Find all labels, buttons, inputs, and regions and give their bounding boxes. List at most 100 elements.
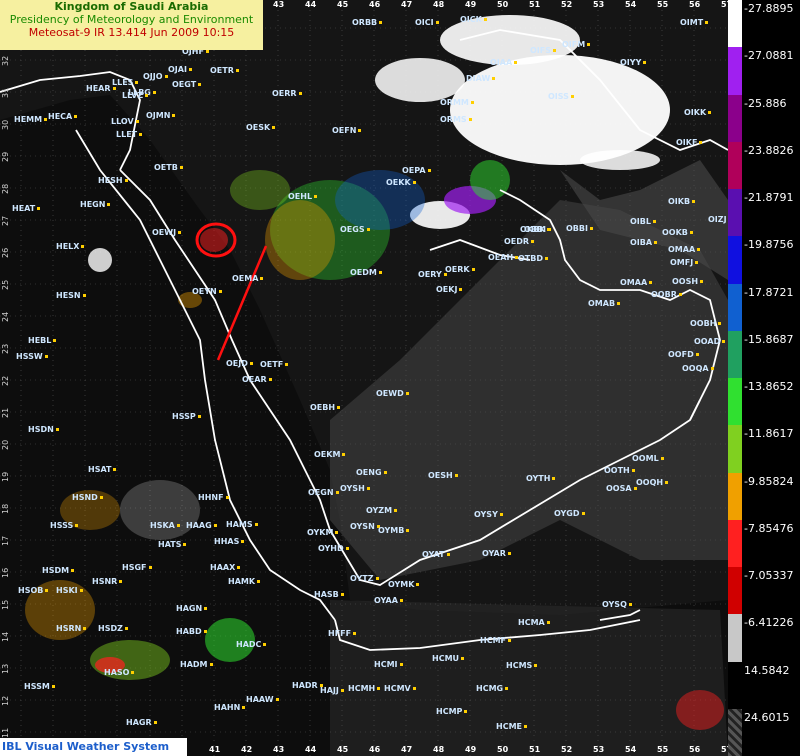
station-marker <box>643 61 647 64</box>
station-label: HFFF <box>328 629 357 638</box>
station-marker <box>459 288 463 291</box>
station-label: OIFM <box>562 40 591 49</box>
station-label: HESN <box>56 291 86 300</box>
satellite-map[interactable]: ORBB OICI OICK OIMT OJHF OJAI OJJO OETR HEAR LLES… <box>0 0 728 756</box>
station-label: HAGN <box>176 604 208 613</box>
latitude-tick-label: 19 <box>1 471 10 482</box>
station-marker <box>378 271 382 274</box>
station-label: OOTH <box>604 466 635 475</box>
station-marker <box>697 248 701 251</box>
station-marker <box>241 540 245 543</box>
legend-swatch <box>728 283 742 331</box>
station-label: OERK <box>445 265 475 274</box>
station-marker <box>695 353 699 356</box>
station-marker <box>53 339 57 342</box>
station-marker <box>176 524 180 527</box>
station-label: OYAR <box>482 549 511 558</box>
station-marker <box>148 566 152 569</box>
legend-swatch <box>728 0 742 48</box>
station-label: OETB <box>154 163 183 172</box>
station-label: HELX <box>56 242 85 251</box>
station-label: OBBI <box>566 224 593 233</box>
legend-swatch <box>728 378 742 426</box>
legend-swatch <box>728 472 742 520</box>
station-label: OJAI <box>168 65 192 74</box>
station-marker <box>553 49 557 52</box>
station-label: HEBL <box>28 336 57 345</box>
latitude-tick-label: 28 <box>1 183 10 194</box>
station-label: OOAD <box>694 337 726 346</box>
station-marker <box>446 553 450 556</box>
station-marker <box>471 268 475 271</box>
station-marker <box>44 118 48 121</box>
station-label: OOFD <box>668 350 699 359</box>
longitude-tick-label: 53 <box>593 745 605 754</box>
station-label: OYAT <box>422 550 450 559</box>
station-label: OEMA <box>232 274 264 283</box>
title-agency: Presidency of Meteorology and Environmen… <box>9 13 254 26</box>
station-marker <box>135 81 139 84</box>
station-marker <box>427 169 431 172</box>
station-label: OIKF <box>676 138 703 147</box>
station-label: OEYN <box>192 287 222 296</box>
latitude-tick-label: 21 <box>1 407 10 418</box>
station-label: OMFJ <box>670 258 699 267</box>
station-label: OOKB <box>662 228 693 237</box>
station-marker <box>464 710 468 713</box>
longitude-tick-label: 44 <box>305 745 317 754</box>
station-label: OIAA <box>490 58 518 67</box>
station-label: OEWD <box>376 389 409 398</box>
legend-swatch <box>728 708 742 756</box>
station-marker <box>587 43 591 46</box>
longitude-tick-label: 47 <box>401 745 413 754</box>
legend-swatch <box>728 567 742 615</box>
station-label: HCMU <box>432 654 465 663</box>
station-label: HCMG <box>476 684 509 693</box>
station-marker <box>570 95 574 98</box>
longitude-tick-label: 49 <box>465 0 477 9</box>
station-label: HEMM <box>14 115 48 124</box>
station-label: OMAB <box>588 299 621 308</box>
station-label: HSDZ <box>98 624 128 633</box>
station-label: OEGT <box>172 80 202 89</box>
station-marker <box>179 166 183 169</box>
station-label: HSKA <box>150 521 180 530</box>
legend-value: -7.85476 <box>744 521 794 535</box>
station-marker <box>55 428 59 431</box>
station-label: HESH <box>98 176 128 185</box>
station-marker <box>113 468 117 471</box>
station-marker <box>470 101 474 104</box>
station-marker <box>99 496 103 499</box>
legend-value: -27.0881 <box>744 49 794 63</box>
station-label: OMAA <box>620 278 653 287</box>
legend-value: -15.8687 <box>744 332 794 346</box>
station-label: OESK <box>246 123 276 132</box>
station-label: OOBH <box>690 319 722 328</box>
station-label: OENG <box>356 468 387 477</box>
title-country: Kingdom of Saudi Arabia <box>54 0 209 13</box>
legend-value: 14.5842 <box>744 663 790 677</box>
station-label: OYSH <box>340 484 370 493</box>
legend-value: -7.05337 <box>744 569 794 582</box>
station-marker <box>695 261 699 264</box>
station-label: OICK <box>460 15 487 24</box>
station-marker <box>505 687 509 690</box>
station-label: LLET <box>116 130 143 139</box>
station-marker <box>263 643 267 646</box>
station-marker <box>37 207 41 210</box>
station-label: ORBB <box>352 18 383 27</box>
station-label: HATS <box>158 540 187 549</box>
station-label: HECA <box>48 112 78 121</box>
station-label: OOQA <box>682 364 714 373</box>
station-label: OBBI <box>524 225 551 234</box>
station-label: HCMV <box>384 684 416 693</box>
legend-swatch <box>728 94 742 142</box>
station-marker <box>379 21 383 24</box>
station-marker <box>589 227 593 230</box>
station-label: OEJD <box>226 359 253 368</box>
station-label: OYAA <box>374 596 403 605</box>
station-marker <box>412 181 416 184</box>
station-marker <box>145 94 149 97</box>
station-label: OJJO <box>143 72 168 81</box>
station-label: HAMK <box>228 577 261 586</box>
